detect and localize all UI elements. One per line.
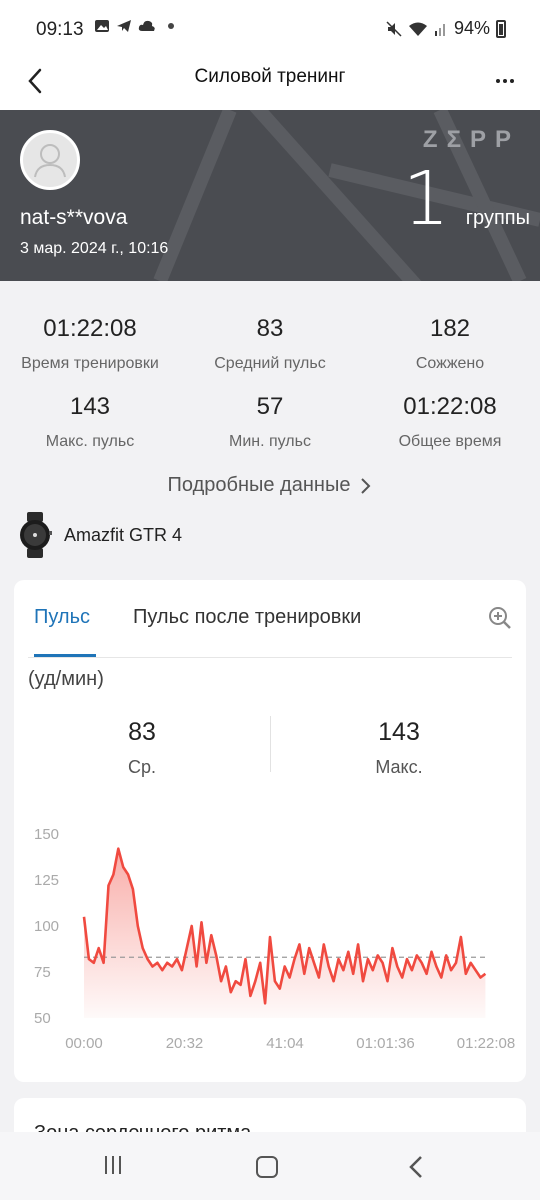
- x-tick-label: 01:22:08: [457, 1035, 515, 1052]
- tab-pulse[interactable]: Пульс: [34, 606, 90, 629]
- stat-value: 83: [256, 315, 284, 342]
- stat-label: Макс. пульс: [45, 433, 135, 450]
- unit-label: (уд/мин): [28, 668, 104, 690]
- chevron-right-icon: [361, 477, 371, 494]
- y-tick-label: 150: [34, 826, 59, 843]
- tab-divider: [28, 657, 512, 658]
- avg-pulse-summary: 83 Ср.: [42, 718, 242, 778]
- device-row[interactable]: Amazfit GTR 4: [18, 512, 182, 558]
- workout-header: nat-s**vova 3 мар. 2024 г., 10:16 ZΣPP 1…: [0, 110, 540, 281]
- heart-rate-area: [84, 848, 486, 1018]
- x-tick-label: 01:01:36: [356, 1035, 414, 1052]
- stat-label: Сожжено: [415, 355, 485, 372]
- stat-value: 01:22:08: [43, 315, 137, 342]
- wifi-icon: [408, 22, 427, 36]
- groups-summary: 1 группы: [403, 162, 530, 236]
- nav-back-icon[interactable]: [408, 1154, 424, 1180]
- stat-max-pulse: 143 Макс. пульс: [0, 393, 180, 451]
- username: nat-s**vova: [20, 206, 128, 229]
- x-tick-label: 41:04: [266, 1035, 304, 1052]
- stat-min-pulse: 57 Мин. пульс: [180, 393, 360, 451]
- stat-value: 143: [69, 393, 111, 420]
- avatar[interactable]: [20, 130, 80, 190]
- details-link[interactable]: Подробные данные: [0, 474, 540, 497]
- app-bar: Силовой тренинг: [0, 60, 540, 110]
- groups-label: группы: [465, 207, 530, 229]
- status-time: 09:13: [36, 19, 84, 40]
- telegram-icon: [117, 20, 131, 32]
- mute-icon: [386, 20, 402, 37]
- stat-calories: 182 Сожжено: [360, 315, 540, 373]
- watch-icon: [20, 512, 52, 558]
- stat-label: Общее время: [398, 433, 502, 450]
- signal-icon: [434, 23, 445, 36]
- y-tick-label: 100: [34, 918, 59, 935]
- max-pulse-value: 143: [378, 718, 420, 746]
- x-tick-label: 00:00: [65, 1035, 103, 1052]
- avg-pulse-value: 83: [128, 718, 156, 746]
- max-pulse-summary: 143 Макс.: [299, 718, 499, 778]
- cloud-icon: [138, 20, 155, 31]
- summary-divider: [270, 716, 271, 772]
- zoom-in-icon[interactable]: [488, 606, 512, 630]
- stat-total-time: 01:22:08 Общее время: [360, 393, 540, 451]
- brand-logo: ZΣPP: [422, 126, 520, 153]
- stat-workout-time: 01:22:08 Время тренировки: [0, 315, 180, 373]
- x-tick-label: 20:32: [166, 1035, 204, 1052]
- navigation-bar: [0, 1132, 540, 1200]
- status-bar: 09:13 94%: [0, 0, 540, 60]
- details-link-label: Подробные данные: [167, 474, 351, 496]
- more-options-button[interactable]: [490, 66, 520, 96]
- battery-icon: [496, 19, 506, 38]
- stat-label: Время тренировки: [21, 355, 159, 372]
- max-pulse-label: Макс.: [375, 757, 423, 777]
- y-tick-label: 50: [34, 1010, 51, 1027]
- y-tick-label: 125: [34, 872, 59, 889]
- tab-post-workout-pulse[interactable]: Пульс после тренировки: [133, 606, 361, 629]
- system-icons: 94%: [386, 18, 506, 39]
- y-tick-label: 75: [34, 964, 51, 981]
- notification-icons: [94, 18, 174, 34]
- stat-value: 182: [429, 315, 471, 342]
- gallery-icon: [95, 20, 109, 32]
- device-name: Amazfit GTR 4: [64, 524, 183, 545]
- user-icon: [34, 144, 66, 178]
- stat-avg-pulse: 83 Средний пульс: [180, 315, 360, 373]
- battery-percent: 94%: [453, 18, 490, 38]
- stat-label: Мин. пульс: [229, 433, 311, 450]
- recent-apps-button[interactable]: [105, 1156, 121, 1174]
- home-button[interactable]: [256, 1156, 278, 1178]
- stat-label: Средний пульс: [214, 355, 326, 372]
- stat-value: 57: [256, 393, 284, 420]
- stat-value: 01:22:08: [403, 393, 497, 420]
- heart-rate-chart[interactable]: 150 125 100 75 50 00:00 20:32 41:04 01:01:36 01:…: [14, 818, 526, 1058]
- heart-rate-card: Пульс Пульс после тренировки (уд/мин) 83…: [14, 580, 526, 1082]
- workout-datetime: 3 мар. 2024 г., 10:16: [20, 240, 169, 257]
- avg-pulse-label: Ср.: [127, 757, 156, 777]
- page-title: Силовой тренинг: [194, 66, 346, 87]
- more-notifications-dot: [168, 23, 174, 29]
- groups-count: 1: [402, 156, 450, 242]
